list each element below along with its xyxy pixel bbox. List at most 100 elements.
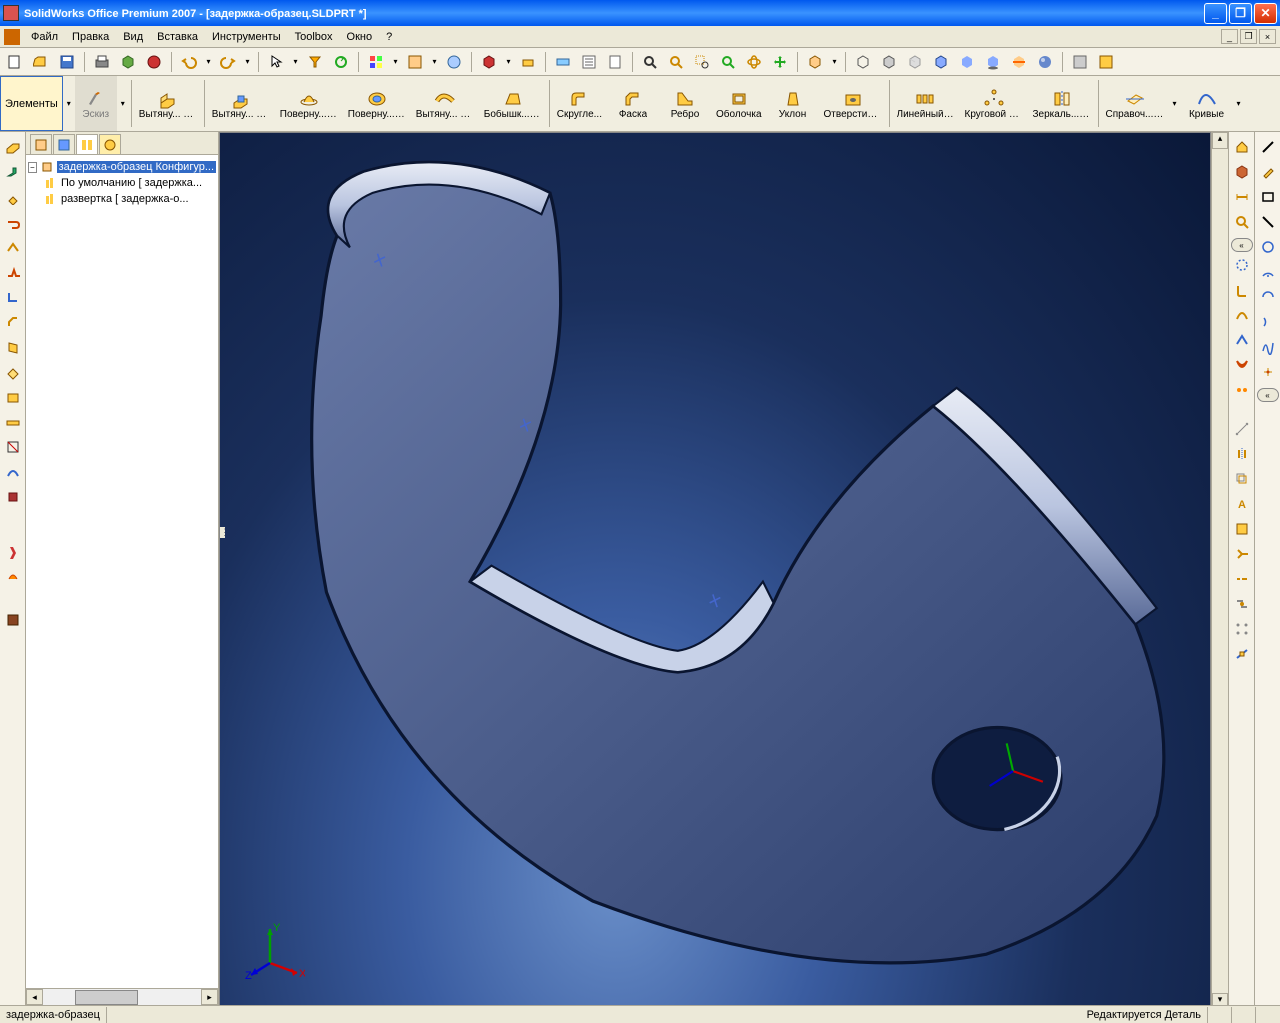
texture-dropdown[interactable]: ▾: [430, 57, 439, 66]
hscroll-left-button[interactable]: ◂: [26, 989, 43, 1005]
hole-wizard-button[interactable]: Отверстие под кре...: [819, 76, 887, 131]
print-button[interactable]: [91, 51, 113, 73]
select-button[interactable]: [265, 51, 287, 73]
mirror-button[interactable]: Зеркаль... отраже...: [1028, 76, 1096, 131]
sk-arc-cp[interactable]: [1257, 261, 1279, 283]
draft-button[interactable]: Уклон: [767, 76, 819, 131]
tree-root[interactable]: − задержка-образец Конфигур...: [28, 159, 216, 175]
flatten-button[interactable]: [2, 411, 24, 433]
redo-dropdown[interactable]: ▾: [243, 57, 252, 66]
break-corner-button[interactable]: [2, 311, 24, 333]
sk-rect[interactable]: [1257, 186, 1279, 208]
tb-ex1-button[interactable]: [1069, 51, 1091, 73]
vscroll-down-button[interactable]: ▾: [1212, 993, 1228, 1005]
base-flange-button[interactable]: [2, 136, 24, 158]
circular-pattern-button[interactable]: Круговой массив: [960, 76, 1028, 131]
sk-line[interactable]: [1257, 136, 1279, 158]
sk-trim[interactable]: [1231, 543, 1253, 565]
tree-config-default[interactable]: По умолчанию [ задержка...: [28, 175, 216, 191]
r-tool-4[interactable]: [1231, 329, 1253, 351]
sk-spline[interactable]: [1257, 336, 1279, 358]
ref-geometry-button[interactable]: Справоч... геометрия: [1101, 76, 1169, 131]
close-button[interactable]: ✕: [1254, 3, 1277, 24]
sk-convert[interactable]: [1231, 593, 1253, 615]
fold-button[interactable]: [2, 386, 24, 408]
menu-tools[interactable]: Инструменты: [205, 29, 288, 45]
loft-boss-button[interactable]: Бобышк... по сече...: [479, 76, 547, 131]
sk-line2[interactable]: [1257, 211, 1279, 233]
hscroll-right-button[interactable]: ▸: [201, 989, 218, 1005]
chamfer-button[interactable]: Фаска: [607, 76, 659, 131]
fm-tab-dimx[interactable]: [99, 134, 121, 154]
insert-bends-button[interactable]: [2, 461, 24, 483]
r-tool-5[interactable]: [1231, 354, 1253, 376]
open-button[interactable]: [30, 51, 52, 73]
sk-relations[interactable]: [1231, 643, 1253, 665]
save-button[interactable]: [56, 51, 78, 73]
extrude-cut-button[interactable]: Вытяну... вырез: [207, 76, 275, 131]
vscroll-up-button[interactable]: ▴: [1212, 132, 1228, 149]
sk-arc-tan[interactable]: [1257, 286, 1279, 308]
edge-flange-button[interactable]: [2, 161, 24, 183]
texture-button[interactable]: [404, 51, 426, 73]
fillet-button[interactable]: Скругле...: [552, 76, 607, 131]
rib-button[interactable]: Ребро: [659, 76, 711, 131]
3d-viewport[interactable]: ⋮: [219, 132, 1211, 1005]
r-tool-6[interactable]: [1231, 379, 1253, 401]
toolbox-dropdown[interactable]: ▾: [504, 57, 513, 66]
unfold-button[interactable]: [2, 361, 24, 383]
sk-measure[interactable]: [1231, 418, 1253, 440]
tree-config-flatten[interactable]: развертка [ задержка-о...: [28, 191, 216, 207]
toolbox-button[interactable]: [478, 51, 500, 73]
shadows-button[interactable]: [982, 51, 1004, 73]
sk-text[interactable]: A: [1231, 493, 1253, 515]
rip-button[interactable]: [2, 486, 24, 508]
menu-insert[interactable]: Вставка: [150, 29, 205, 45]
sm-props-button[interactable]: [2, 609, 24, 631]
sm-tool-b-button[interactable]: [2, 566, 24, 588]
rebuild-button[interactable]: [330, 51, 352, 73]
revolve-cut-button[interactable]: Поверну... вырез: [343, 76, 411, 131]
cm-tab-elements[interactable]: Элементы: [0, 76, 63, 131]
doc-props-button[interactable]: [604, 51, 626, 73]
swx-button[interactable]: [143, 51, 165, 73]
hlr-button[interactable]: [878, 51, 900, 73]
right-outer-expander[interactable]: «: [1257, 388, 1279, 402]
sk-mirror[interactable]: [1231, 443, 1253, 465]
sm-tool-a-button[interactable]: [2, 541, 24, 563]
fm-tab-property[interactable]: [53, 134, 75, 154]
graphics-vscroll[interactable]: ▴ ▾: [1211, 132, 1228, 1005]
extrude-boss-button[interactable]: Вытяну... бобышк...: [134, 76, 202, 131]
fm-tab-feature[interactable]: [30, 134, 52, 154]
undo-dropdown[interactable]: ▾: [204, 57, 213, 66]
menu-view[interactable]: Вид: [116, 29, 150, 45]
hem-button[interactable]: [2, 211, 24, 233]
menu-toolbox[interactable]: Toolbox: [288, 29, 340, 45]
jog-button[interactable]: [2, 261, 24, 283]
sk-offset[interactable]: [1231, 468, 1253, 490]
sk-pattern[interactable]: [1231, 618, 1253, 640]
collapse-icon[interactable]: −: [28, 162, 37, 173]
smart-dim-button[interactable]: [1231, 186, 1253, 208]
orient-dropdown[interactable]: ▾: [830, 57, 839, 66]
fm-tab-config[interactable]: [76, 134, 98, 154]
lofted-bend-button[interactable]: [2, 336, 24, 358]
redo-button[interactable]: [217, 51, 239, 73]
zoom-area-button[interactable]: [691, 51, 713, 73]
pan-button[interactable]: [769, 51, 791, 73]
no-bends-button[interactable]: [2, 436, 24, 458]
undo-button[interactable]: [178, 51, 200, 73]
section-button[interactable]: [1008, 51, 1030, 73]
closed-corner-button[interactable]: [2, 286, 24, 308]
cm-tab-sketch-dropdown[interactable]: ▾: [117, 76, 129, 131]
material-button[interactable]: [443, 51, 465, 73]
child-restore-button[interactable]: ❐: [1240, 29, 1257, 44]
home-view-button[interactable]: [1231, 136, 1253, 158]
new-button[interactable]: [4, 51, 26, 73]
menu-help[interactable]: ?: [379, 29, 399, 45]
r-tool-2[interactable]: [1231, 279, 1253, 301]
shaded-button[interactable]: [956, 51, 978, 73]
sketched-bend-button[interactable]: [2, 236, 24, 258]
sk-arc-3pt[interactable]: [1257, 311, 1279, 333]
miter-flange-button[interactable]: [2, 186, 24, 208]
